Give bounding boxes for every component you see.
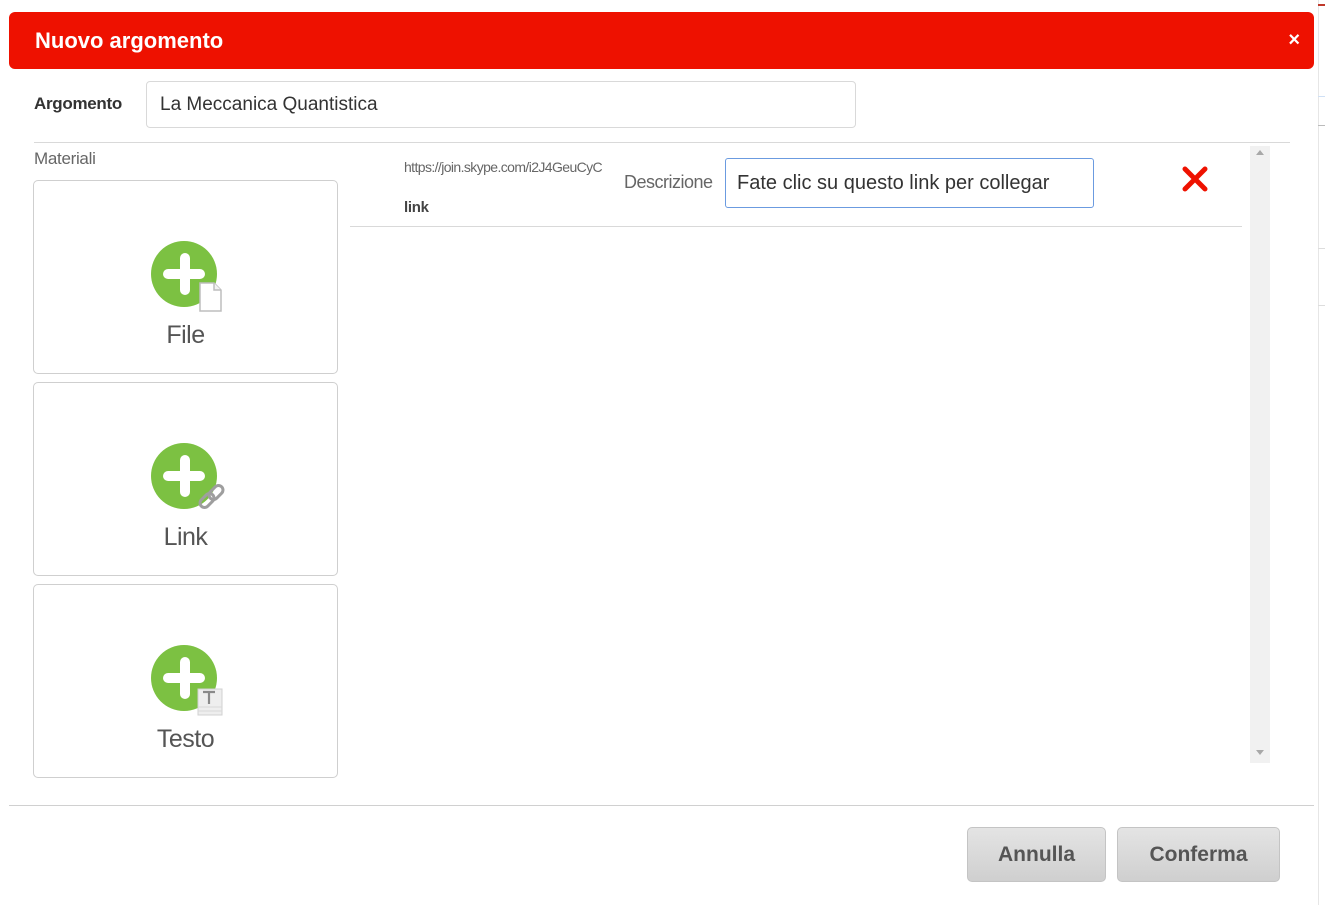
item-type-label: link <box>404 199 429 216</box>
tile-label-file: File <box>166 321 205 349</box>
argomento-input[interactable] <box>146 81 856 128</box>
confirm-button[interactable]: Conferma <box>1117 827 1280 882</box>
scroll-up-arrow-icon[interactable] <box>1256 150 1264 155</box>
close-icon[interactable]: × <box>1288 29 1300 51</box>
materials-list <box>350 148 1250 763</box>
remove-x-icon[interactable] <box>1180 164 1210 194</box>
scrollbar[interactable] <box>1250 146 1270 763</box>
background-page-fragment <box>1318 305 1325 306</box>
background-page-fragment <box>1318 96 1325 97</box>
dialog-header: Nuovo argomento × <box>9 12 1314 69</box>
background-page-fragment <box>1318 4 1325 20</box>
cancel-button[interactable]: Annulla <box>967 827 1106 882</box>
background-page-fragment <box>1318 248 1325 249</box>
argomento-label: Argomento <box>34 94 122 113</box>
materiali-label: Materiali <box>34 149 96 168</box>
scroll-down-arrow-icon[interactable] <box>1256 750 1264 755</box>
footer-divider <box>9 805 1314 806</box>
add-file-tile[interactable]: File <box>33 180 338 374</box>
add-link-tile[interactable]: Link <box>33 382 338 576</box>
description-input[interactable] <box>725 158 1094 208</box>
background-page-fragment <box>1318 125 1325 126</box>
link-url: https://join.skype.com/i2J4GeuCyC <box>404 159 603 175</box>
divider <box>34 142 1290 143</box>
tile-label-link: Link <box>163 523 208 551</box>
chain-link-icon <box>198 484 225 509</box>
dialog-title: Nuovo argomento <box>35 28 224 53</box>
text-icon <box>197 688 223 716</box>
tile-label-text: Testo <box>156 725 215 753</box>
new-topic-dialog: Nuovo argomento × Argomento Materiali Fi… <box>0 0 1318 905</box>
description-label: Descrizione <box>624 172 713 192</box>
background-page-edge <box>1318 0 1325 905</box>
row-divider <box>350 226 1242 227</box>
file-icon <box>199 282 222 312</box>
add-text-tile[interactable]: Testo <box>33 584 338 778</box>
